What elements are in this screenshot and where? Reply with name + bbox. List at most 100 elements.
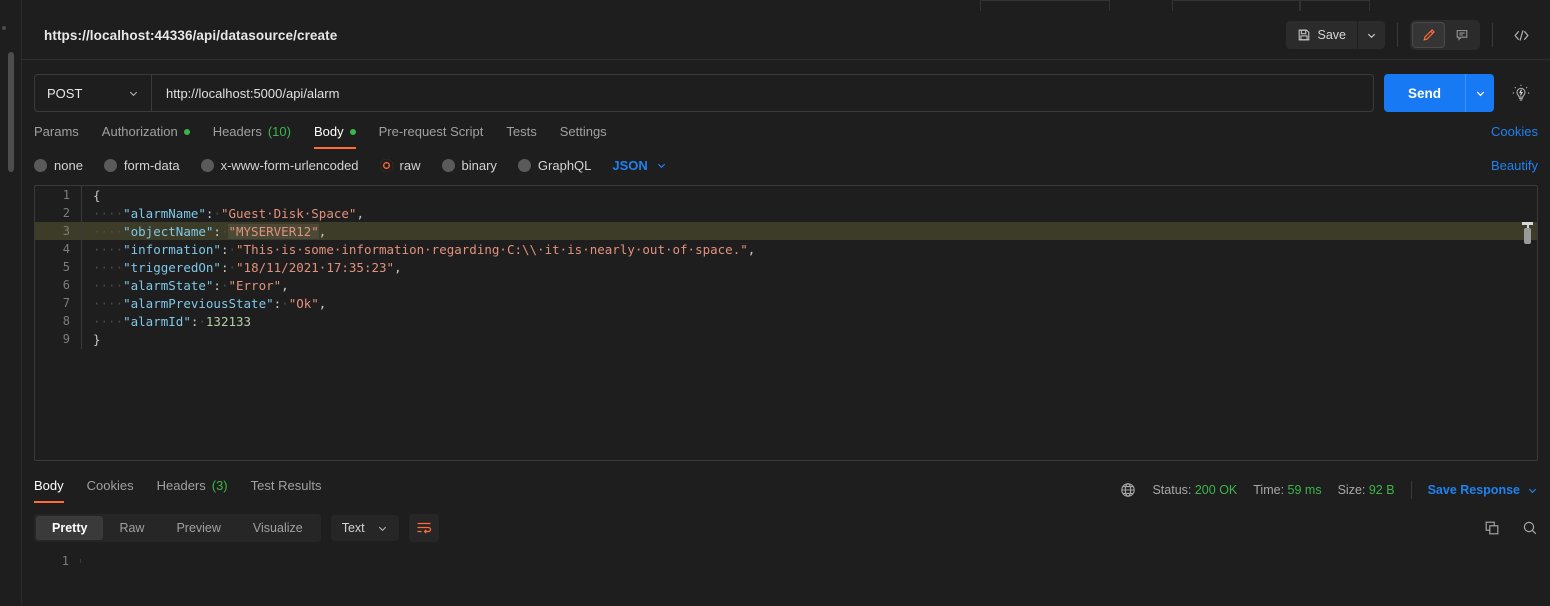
rail-indicator-dot (2, 26, 6, 30)
radio-icon (103, 159, 117, 172)
tab-ghost-3[interactable] (1300, 0, 1370, 11)
body-type-raw[interactable]: raw (379, 158, 421, 173)
toolbar-divider-2 (1492, 23, 1493, 47)
code-line: 9 } (35, 329, 1537, 349)
tab-authorization[interactable]: Authorization (102, 124, 190, 149)
view-mode-preview[interactable]: Preview (160, 516, 236, 540)
meta-divider (1410, 481, 1412, 499)
body-type-form-data[interactable]: form-data (103, 158, 180, 173)
editor-scrollbar-thumb[interactable] (1524, 228, 1531, 244)
copy-icon[interactable] (1484, 520, 1500, 536)
response-pane: Body Cookies Headers (3) Test Results St… (22, 475, 1550, 606)
code-content: ····"alarmId":·132133 (81, 311, 251, 331)
line-number: 5 (62, 260, 70, 274)
send-button-group: Send (1383, 74, 1494, 112)
send-dropdown-button[interactable] (1465, 74, 1494, 112)
cookies-link[interactable]: Cookies (1491, 124, 1538, 149)
request-body-editor[interactable]: 1 { 2 ····"alarmName":·"Guest·Disk·Space… (34, 185, 1538, 461)
status-dot-icon (349, 128, 356, 135)
http-method-select[interactable]: POST (35, 75, 152, 111)
json-value-object-name: "MYSERVER12" (228, 223, 319, 239)
url-bar: POST http://localhost:5000/api/alarm (34, 74, 1374, 112)
view-mode-pretty[interactable]: Pretty (36, 516, 104, 540)
left-rail (0, 0, 22, 606)
body-type-binary[interactable]: binary (441, 158, 497, 173)
line-number: 2 (62, 206, 70, 220)
code-line: 4 ····"information":·"This·is·some·infor… (35, 239, 1537, 259)
response-view-modes: Pretty Raw Preview Visualize (34, 514, 321, 542)
search-icon[interactable] (1522, 520, 1538, 536)
word-wrap-button[interactable] (408, 514, 439, 542)
tab-pre-request-script[interactable]: Pre-request Script (379, 124, 484, 149)
save-dropdown-button[interactable] (1358, 21, 1385, 49)
view-mode-raw[interactable]: Raw (103, 516, 160, 540)
code-line: 8 ····"alarmId":·132133 (35, 311, 1537, 331)
body-format-select[interactable]: JSON (612, 158, 666, 173)
send-button[interactable]: Send (1383, 74, 1465, 112)
url-input[interactable]: http://localhost:5000/api/alarm (152, 75, 1373, 111)
tab-ghost-1[interactable] (980, 0, 1110, 11)
body-type-urlencoded[interactable]: x-www-form-urlencoded (200, 158, 359, 173)
chevron-down-icon (656, 160, 667, 171)
request-tabs: Params Authorization Headers (10) Body P… (22, 112, 1550, 149)
response-format-select[interactable]: Text (330, 515, 399, 541)
body-type-binary-label: binary (461, 158, 497, 173)
line-number: 1 (61, 554, 69, 568)
response-format-value: Text (341, 521, 365, 535)
save-button[interactable]: Save (1285, 21, 1357, 49)
beautify-link[interactable]: Beautify (1491, 158, 1538, 173)
url-bar-row: POST http://localhost:5000/api/alarm Sen… (22, 60, 1550, 112)
time-text: Time: 59 ms (1253, 483, 1321, 497)
code-editor[interactable]: 1 { 2 ····"alarmName":·"Guest·Disk·Space… (35, 186, 1537, 460)
radio-selected-icon (379, 159, 393, 172)
body-type-form-data-label: form-data (123, 158, 180, 173)
body-type-none[interactable]: none (34, 158, 83, 173)
comment-mode-button[interactable] (1445, 22, 1478, 48)
tab-tests[interactable]: Tests (506, 124, 536, 149)
code-content: ····"objectName":·"MYSERVER12", (81, 221, 326, 241)
code-content: } (81, 329, 101, 349)
code-line: 5 ····"triggeredOn":·"18/11/2021·17:35:2… (35, 257, 1537, 277)
response-tab-cookies[interactable]: Cookies (87, 478, 134, 503)
code-snippet-button[interactable] (1505, 22, 1538, 48)
json-value-alarm-previous-state: "Ok" (288, 295, 319, 311)
size-label: Size: (1337, 483, 1366, 497)
sidebar-scrollbar-thumb[interactable] (8, 52, 14, 172)
toolbar-divider (1397, 23, 1398, 47)
response-body[interactable]: 1 (34, 552, 1538, 606)
edit-mode-button[interactable] (1412, 22, 1445, 48)
json-value-alarm-name: "Guest·Disk·Space" (220, 205, 357, 221)
line-number: 6 (62, 278, 70, 292)
tab-headers-label: Headers (212, 124, 262, 139)
response-tab-headers[interactable]: Headers (3) (157, 478, 228, 503)
body-type-none-label: none (54, 158, 83, 173)
globe-icon (1120, 482, 1136, 498)
response-tab-cookies-label: Cookies (86, 477, 134, 493)
lightbulb-icon[interactable] (1512, 84, 1530, 102)
view-mode-visualize[interactable]: Visualize (237, 516, 319, 540)
tab-ghost-2[interactable] (1172, 0, 1300, 11)
body-type-graphql[interactable]: GraphQL (517, 158, 591, 173)
tab-settings[interactable]: Settings (560, 124, 607, 149)
tab-authorization-label: Authorization (101, 124, 178, 139)
code-content: ····"triggeredOn":·"18/11/2021·17:35:23"… (81, 257, 402, 277)
status-label: Status: (1152, 483, 1192, 497)
tab-body[interactable]: Body (313, 124, 356, 149)
tab-headers[interactable]: Headers (10) (213, 124, 291, 149)
body-type-options: none form-data x-www-form-urlencoded raw… (22, 149, 1550, 173)
request-pane: https://localhost:44336/api/datasource/c… (22, 0, 1550, 606)
code-line-highlighted: 3 ····"objectName":·"MYSERVER12", (35, 221, 1537, 241)
tab-params[interactable]: Params (34, 124, 79, 149)
tab-body-label: Body (313, 124, 344, 139)
json-value-information: "This·is·some·information·regarding·C:\\… (236, 241, 748, 257)
body-type-raw-label: raw (399, 158, 421, 173)
tab-settings-label: Settings (559, 124, 607, 139)
code-content: ····"alarmName":·"Guest·Disk·Space", (81, 203, 364, 223)
save-response-button[interactable]: Save Response (1428, 483, 1538, 497)
response-tab-body[interactable]: Body (34, 478, 64, 503)
response-tab-test-results[interactable]: Test Results (251, 478, 322, 503)
radio-icon (34, 159, 47, 172)
save-response-label: Save Response (1427, 483, 1520, 497)
tab-strip (22, 0, 1550, 11)
json-value-alarm-state: "Error" (228, 277, 282, 293)
